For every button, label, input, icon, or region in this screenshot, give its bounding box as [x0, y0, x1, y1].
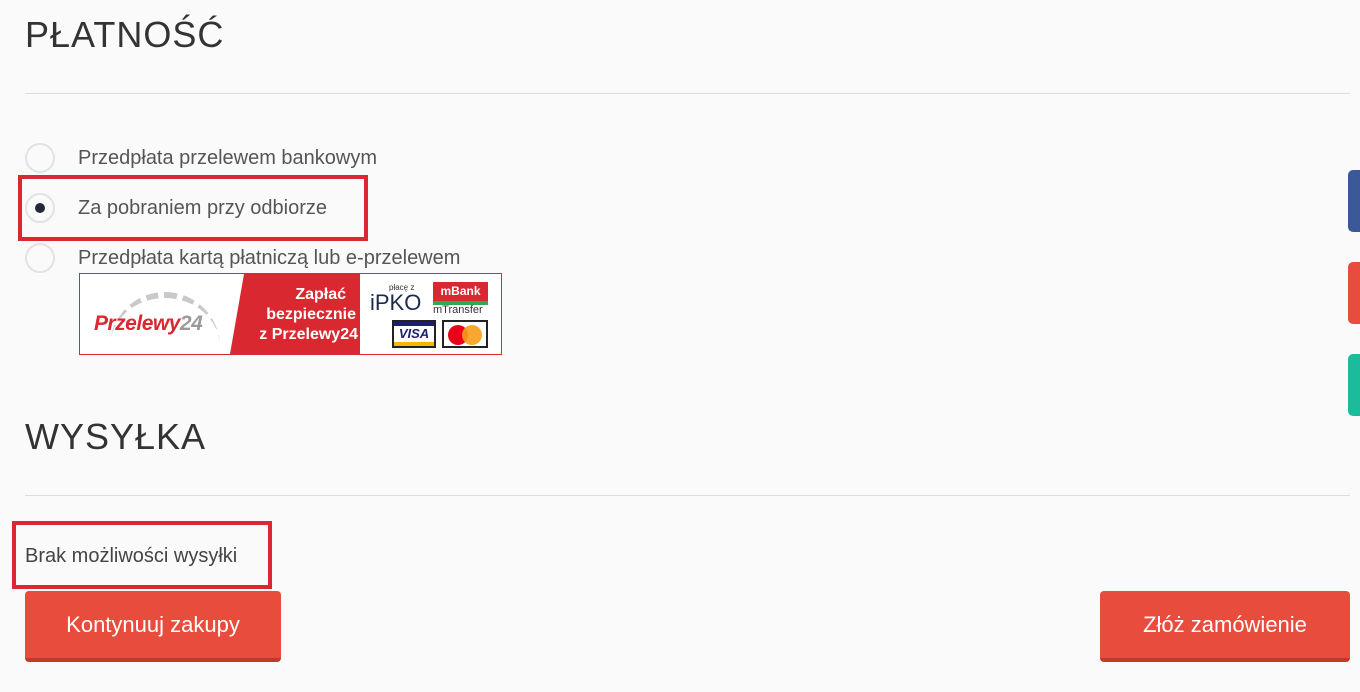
- ipko-logo: iPKO: [370, 290, 422, 315]
- przelewy24-logo: Przelewy24: [94, 312, 203, 336]
- continue-shopping-button[interactable]: Kontynuuj zakupy: [25, 591, 281, 662]
- payment-divider: [25, 93, 1350, 94]
- payment-option-label: Przedpłata przelewem bankowym: [78, 146, 378, 169]
- side-tab-facebook[interactable]: [1348, 170, 1360, 232]
- no-shipping-message: Brak możliwości wysyłki: [25, 545, 238, 567]
- side-tab-green[interactable]: [1348, 354, 1360, 416]
- przelewy24-logo-area: Przelewy24: [80, 274, 240, 354]
- payment-option-bank-transfer[interactable]: Przedpłata przelewem bankowym: [25, 141, 377, 175]
- payment-option-label: Przedpłata kartą płatniczą lub e-przelew…: [78, 246, 461, 269]
- payment-option-cash-on-delivery[interactable]: Za pobraniem przy odbiorze: [25, 191, 327, 225]
- payment-option-card-e-transfer[interactable]: Przedpłata kartą płatniczą lub e-przelew…: [25, 241, 460, 275]
- shipping-divider: [25, 495, 1350, 496]
- visa-logo: VISA: [392, 320, 436, 348]
- mbank-logo: mBank: [433, 282, 488, 305]
- logo-text: Przelewy: [94, 312, 180, 335]
- przelewy24-slogan: Zapłać bezpiecznie z Przelewy24: [226, 285, 362, 345]
- logo-number: 24: [179, 312, 203, 335]
- radio-card-e-transfer[interactable]: [25, 243, 55, 273]
- slogan-line: z Przelewy24: [259, 326, 358, 343]
- radio-bank-transfer[interactable]: [25, 143, 55, 173]
- mastercard-logo: [442, 320, 488, 348]
- przelewy24-banner[interactable]: Przelewy24 Zapłać bezpiecznie z Przelewy…: [79, 273, 502, 355]
- shipping-title: WYSYŁKA: [25, 416, 207, 457]
- radio-cash-on-delivery[interactable]: [25, 193, 55, 223]
- side-tab-red[interactable]: [1348, 262, 1360, 324]
- slogan-line: Zapłać: [295, 286, 346, 303]
- payment-title: PŁATNOŚĆ: [25, 14, 225, 55]
- slogan-line: bezpiecznie: [266, 306, 356, 323]
- mtransfer-label: mTransfer: [433, 304, 483, 316]
- payment-option-label: Za pobraniem przy odbiorze: [78, 196, 328, 219]
- place-order-button[interactable]: Złóż zamówienie: [1100, 591, 1350, 662]
- mastercard-orange-circle: [462, 325, 482, 345]
